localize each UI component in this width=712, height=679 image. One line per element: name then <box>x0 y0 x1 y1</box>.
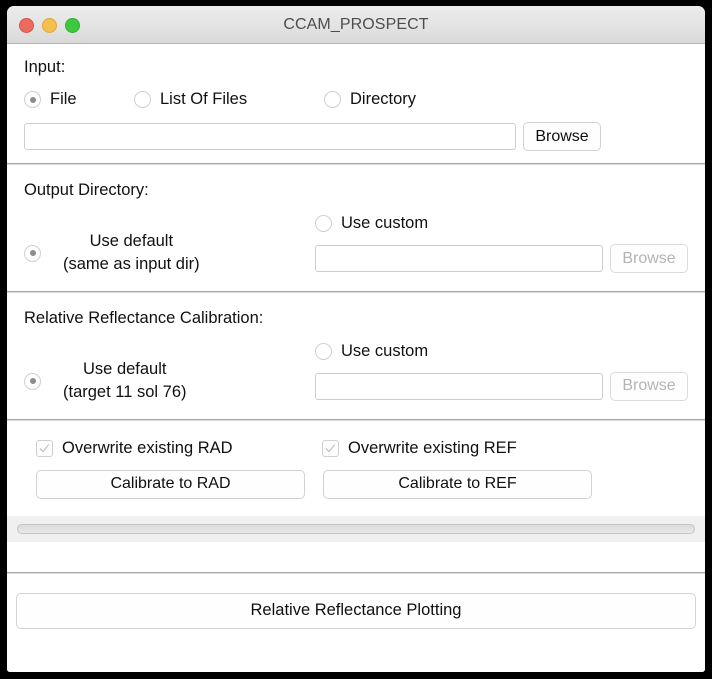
radio-option-directory[interactable]: Directory <box>324 90 416 109</box>
relative-reflectance-plotting-label: Relative Reflectance Plotting <box>250 601 462 620</box>
checkbox-rad-label: Overwrite existing RAD <box>62 438 233 457</box>
checkmark-icon <box>325 444 336 452</box>
calibration-section-label: Relative Reflectance Calibration: <box>24 308 264 327</box>
calibration-browse-button[interactable]: Browse <box>610 371 688 401</box>
relative-reflectance-plotting-button[interactable]: Relative Reflectance Plotting <box>16 592 696 629</box>
calibrate-to-rad-label: Calibrate to RAD <box>110 475 231 493</box>
application-window: CCAM_PROSPECT Input: File List Of Files <box>7 6 705 672</box>
calibration-default-line2: (target 11 sol 76) <box>63 383 187 402</box>
output-custom-path-field[interactable] <box>315 245 603 272</box>
actions-section: Overwrite existing RAD Overwrite existin… <box>7 421 705 572</box>
output-default-line1: Use default <box>89 232 174 250</box>
output-default-line2: (same as input dir) <box>63 255 200 274</box>
progress-bar-container <box>7 515 705 542</box>
radio-output-custom[interactable]: Use custom <box>315 214 688 233</box>
output-browse-button[interactable]: Browse <box>610 244 688 273</box>
calibrate-to-ref-label: Calibrate to REF <box>398 475 517 493</box>
input-section-label: Input: <box>24 58 66 76</box>
radio-output-custom-label: Use custom <box>341 214 429 232</box>
calibration-custom-path-field[interactable] <box>315 372 603 400</box>
checkbox-ref-icon[interactable] <box>322 439 339 457</box>
calibration-section: Relative Reflectance Calibration: Use de… <box>7 293 705 419</box>
footer-section: Relative Reflectance Plotting <box>7 574 705 629</box>
radio-calibration-custom-label: Use custom <box>341 341 429 360</box>
radio-file-label: File <box>50 90 77 108</box>
checkbox-overwrite-ref[interactable]: Overwrite existing REF <box>322 439 517 458</box>
calibrate-to-ref-button[interactable]: Calibrate to REF <box>323 469 592 499</box>
window-frame: CCAM_PROSPECT Input: File List Of Files <box>0 0 712 679</box>
calibrate-to-rad-button[interactable]: Calibrate to RAD <box>36 469 305 499</box>
radio-option-file[interactable]: File <box>24 90 134 109</box>
output-directory-section: Output Directory: Use default (same as i… <box>7 165 705 291</box>
input-browse-button[interactable]: Browse <box>523 122 601 151</box>
checkmark-icon <box>39 444 50 452</box>
radio-calibration-default-label: Use default (target 11 sol 76) <box>63 358 187 405</box>
radio-file-icon[interactable] <box>24 91 41 108</box>
window-title: CCAM_PROSPECT <box>283 16 429 33</box>
calibration-default-line1: Use default <box>83 359 167 378</box>
window-content: Input: File List Of Files Directory Brow… <box>7 44 705 672</box>
checkbox-ref-label: Overwrite existing REF <box>348 438 517 457</box>
output-section-label: Output Directory: <box>24 181 149 199</box>
radio-directory-icon[interactable] <box>324 91 341 108</box>
input-browse-label: Browse <box>535 127 589 145</box>
radio-output-default-label: Use default (same as input dir) <box>63 230 200 277</box>
calibration-progress-bar <box>17 523 695 534</box>
radio-option-list-of-files[interactable]: List Of Files <box>134 90 324 109</box>
radio-directory-label: Directory <box>350 90 417 108</box>
calibration-browse-label: Browse <box>622 377 676 395</box>
actions-spacer <box>7 541 705 572</box>
title-bar: CCAM_PROSPECT <box>7 6 705 44</box>
input-path-field[interactable] <box>24 123 516 150</box>
input-section: Input: File List Of Files Directory Brow… <box>7 44 705 163</box>
output-browse-label: Browse <box>622 249 676 267</box>
radio-output-default-icon[interactable] <box>24 244 41 262</box>
radio-calibration-default-icon[interactable] <box>24 372 41 390</box>
checkbox-rad-icon[interactable] <box>36 439 53 457</box>
radio-calibration-custom-icon[interactable] <box>315 342 332 360</box>
radio-list-of-files-label: List Of Files <box>160 90 248 108</box>
radio-calibration-custom[interactable]: Use custom <box>315 342 688 361</box>
radio-list-of-files-icon[interactable] <box>134 91 151 108</box>
checkbox-overwrite-rad[interactable]: Overwrite existing RAD <box>36 439 322 458</box>
radio-output-custom-icon[interactable] <box>315 215 332 232</box>
